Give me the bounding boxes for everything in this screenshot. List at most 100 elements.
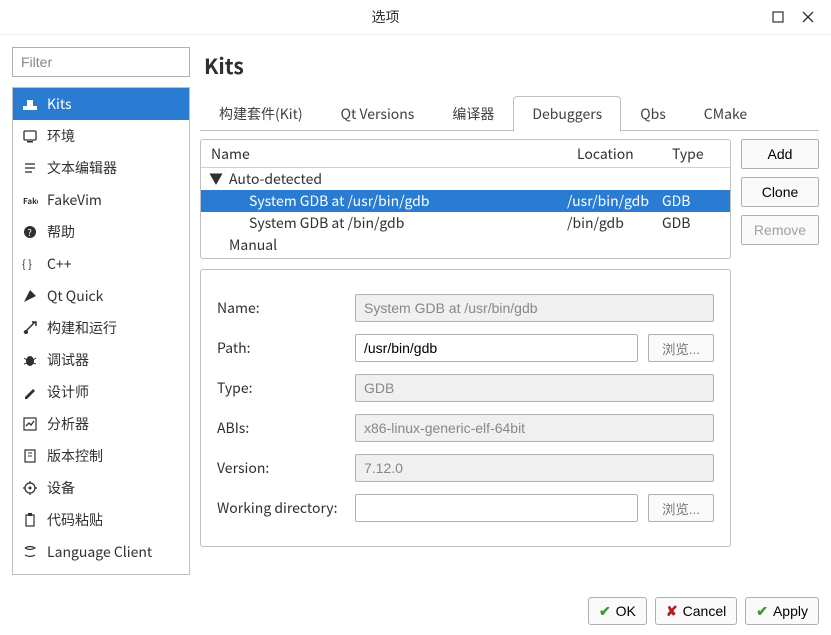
row-name: System GDB at /bin/gdb	[201, 213, 567, 233]
filter-input[interactable]	[12, 47, 190, 77]
maximize-button[interactable]	[763, 5, 793, 30]
sidebar-item-label: C++	[47, 254, 71, 274]
sidebar-item-lang[interactable]: Language Client	[13, 536, 189, 568]
svg-text:Fake: Fake	[23, 196, 38, 207]
add-button[interactable]: Add	[741, 139, 819, 169]
sidebar-item-label: 代码粘贴	[47, 510, 103, 530]
remove-button: Remove	[741, 215, 819, 245]
sidebar-item-help[interactable]: ? 帮助	[13, 216, 189, 248]
path-browse-button: 浏览...	[648, 334, 714, 362]
sidebar-item-design[interactable]: 设计师	[13, 376, 189, 408]
col-location[interactable]: Location	[567, 144, 662, 164]
type-field	[355, 374, 714, 402]
left-column: Name Location Type ▼Auto-detectedSystem …	[200, 139, 731, 575]
path-label: Path:	[217, 338, 345, 358]
button-column: Add Clone Remove	[741, 139, 819, 575]
group-label: Manual	[229, 235, 277, 255]
sidebar-item-label: 帮助	[47, 222, 75, 242]
sidebar-item-paste[interactable]: 代码粘贴	[13, 504, 189, 536]
text-icon	[21, 160, 39, 176]
kits-icon	[21, 96, 39, 112]
tab-3[interactable]: Debuggers	[513, 96, 621, 132]
close-button[interactable]	[793, 5, 823, 30]
expand-icon: ▼	[209, 169, 223, 189]
debugger-list: Name Location Type ▼Auto-detectedSystem …	[200, 139, 731, 259]
sidebar-item-env[interactable]: 环境	[13, 120, 189, 152]
sidebar-item-debug[interactable]: 调试器	[13, 344, 189, 376]
ok-button[interactable]: ✔ OK	[588, 597, 647, 625]
lang-icon	[21, 544, 39, 560]
vcs-icon	[21, 448, 39, 464]
titlebar: 选项	[0, 0, 831, 35]
tab-4[interactable]: Qbs	[621, 96, 685, 132]
debug-icon	[21, 352, 39, 368]
tab-5[interactable]: CMake	[685, 96, 766, 132]
category-list: Kits 环境文本编辑器 Fake FakeVim? 帮助 { } C++ Qt Quick构…	[12, 87, 190, 575]
sidebar-item-label: 设计师	[47, 382, 89, 402]
list-row[interactable]: System GDB at /bin/gdb/bin/gdbGDB	[201, 212, 730, 234]
sidebar-item-label: 版本控制	[47, 446, 103, 466]
sidebar-item-label: Kits	[47, 94, 72, 114]
window-title: 选项	[8, 7, 763, 27]
sidebar-item-label: 分析器	[47, 414, 89, 434]
sidebar: Kits 环境文本编辑器 Fake FakeVim? 帮助 { } C++ Qt Quick构…	[12, 47, 190, 575]
help-icon: ?	[21, 224, 39, 240]
group-0[interactable]: ▼ Auto-detected	[201, 168, 730, 190]
sidebar-item-text[interactable]: 文本编辑器	[13, 152, 189, 184]
svg-text:?: ?	[28, 226, 32, 239]
group-label: Auto-detected	[229, 169, 322, 189]
tab-bar: 构建套件(Kit)Qt Versions编译器DebuggersQbsCMake	[200, 95, 819, 131]
content-area: Kits 构建套件(Kit)Qt Versions编译器DebuggersQbs…	[200, 47, 819, 575]
sidebar-item-vcs[interactable]: 版本控制	[13, 440, 189, 472]
tab-0[interactable]: 构建套件(Kit)	[200, 96, 322, 132]
path-field[interactable]	[355, 334, 638, 362]
paste-icon	[21, 512, 39, 528]
bottom-bar: ✔ OK ✘ Cancel ✔ Apply	[0, 587, 831, 635]
list-header: Name Location Type	[201, 140, 730, 168]
row-location: /usr/bin/gdb	[567, 191, 662, 211]
sidebar-item-qtquick[interactable]: Qt Quick	[13, 280, 189, 312]
name-label: Name:	[217, 298, 345, 318]
wd-field[interactable]	[355, 494, 638, 522]
type-label: Type:	[217, 378, 345, 398]
sidebar-item-device[interactable]: 设备	[13, 472, 189, 504]
env-icon	[21, 128, 39, 144]
cancel-button[interactable]: ✘ Cancel	[655, 597, 737, 625]
tab-2[interactable]: 编译器	[433, 96, 513, 132]
row-location: /bin/gdb	[567, 213, 662, 233]
sidebar-item-label: 环境	[47, 126, 75, 146]
wd-browse-button: 浏览...	[648, 494, 714, 522]
apply-button[interactable]: ✔ Apply	[745, 597, 819, 625]
abis-field	[355, 414, 714, 442]
row-type: GDB	[662, 191, 730, 211]
cancel-icon: ✘	[666, 603, 678, 620]
row-name: System GDB at /usr/bin/gdb	[201, 191, 567, 211]
page-title: Kits	[204, 51, 819, 81]
sidebar-item-label: FakeVim	[47, 190, 102, 210]
group-1[interactable]: Manual	[201, 234, 730, 256]
apply-label: Apply	[773, 603, 808, 619]
detail-panel: Name: Path: 浏览... Type: ABIs:	[200, 269, 731, 547]
sidebar-item-analyze[interactable]: 分析器	[13, 408, 189, 440]
list-row[interactable]: System GDB at /usr/bin/gdb/usr/bin/gdbGD…	[201, 190, 730, 212]
sidebar-item-label: Language Client	[47, 542, 152, 562]
apply-icon: ✔	[756, 603, 768, 620]
col-name[interactable]: Name	[201, 144, 567, 164]
clone-button[interactable]: Clone	[741, 177, 819, 207]
build-icon	[21, 320, 39, 336]
sidebar-item-label: 文本编辑器	[47, 158, 117, 178]
analyze-icon	[21, 416, 39, 432]
tab-1[interactable]: Qt Versions	[322, 96, 434, 132]
sidebar-item-kits[interactable]: Kits	[13, 88, 189, 120]
name-field	[355, 294, 714, 322]
qtquick-icon	[21, 288, 39, 304]
maximize-icon	[770, 9, 786, 25]
tab-panel: Name Location Type ▼Auto-detectedSystem …	[200, 131, 819, 575]
sidebar-item-fakevim[interactable]: Fake FakeVim	[13, 184, 189, 216]
sidebar-item-build[interactable]: 构建和运行	[13, 312, 189, 344]
fakevim-icon: Fake	[21, 192, 39, 208]
cpp-icon: { }	[21, 256, 39, 272]
abis-label: ABIs:	[217, 418, 345, 438]
col-type[interactable]: Type	[662, 144, 730, 164]
sidebar-item-cpp[interactable]: { } C++	[13, 248, 189, 280]
